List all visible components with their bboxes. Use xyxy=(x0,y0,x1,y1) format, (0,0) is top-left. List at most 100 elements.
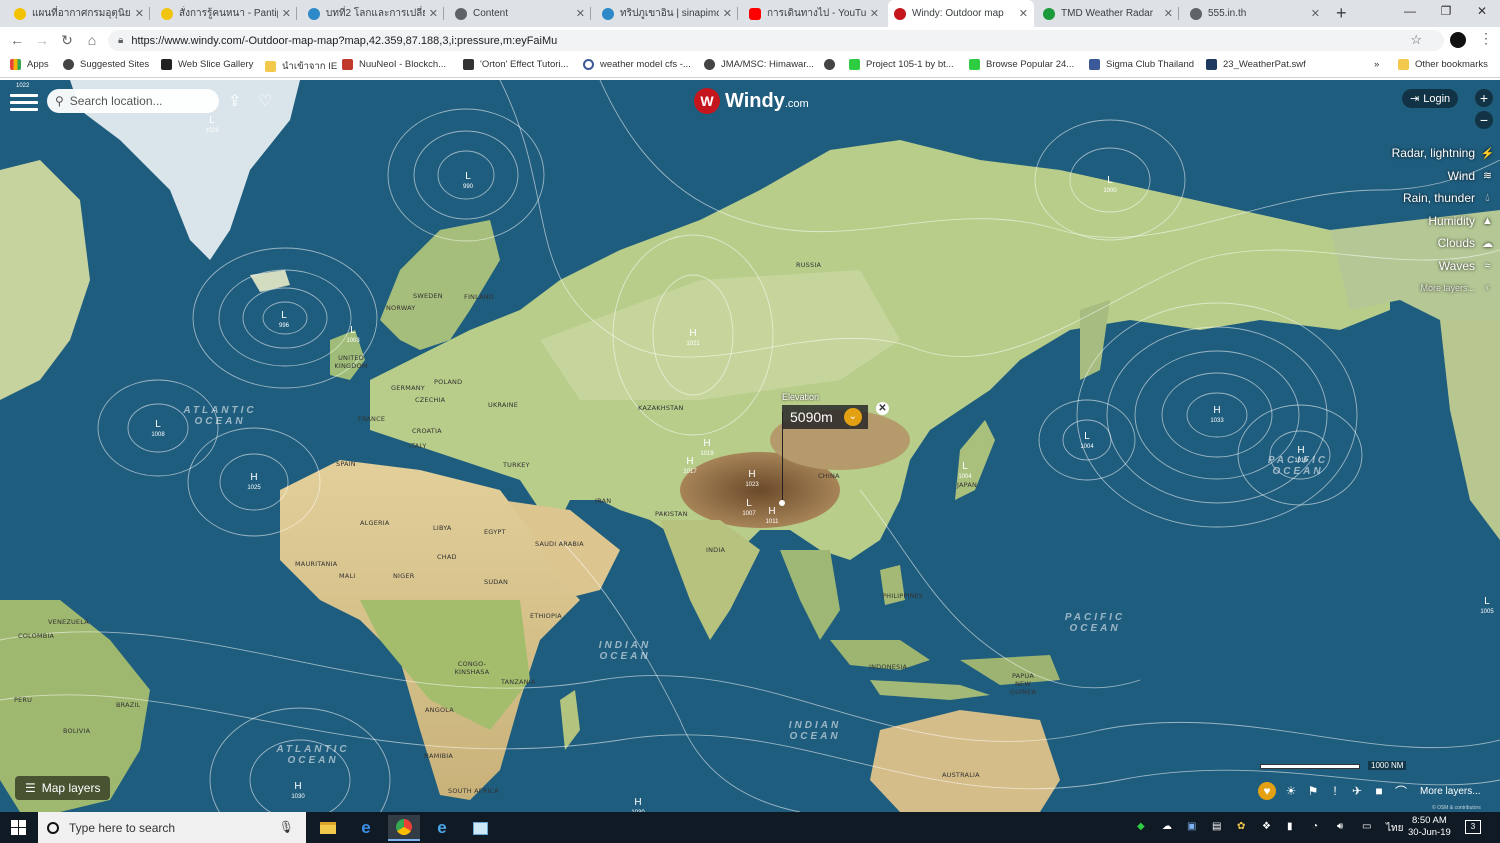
bookmark-item[interactable]: weather model cfs -... xyxy=(583,59,691,70)
bookmark-item[interactable]: Sigma Club Thailand xyxy=(1089,59,1194,70)
zoom-in-button[interactable]: + xyxy=(1475,89,1493,107)
bookmark-apps[interactable]: Apps xyxy=(10,59,49,70)
login-button[interactable]: ⇥ Login xyxy=(1402,89,1459,108)
reload-icon[interactable]: ↻ xyxy=(59,32,75,49)
browser-tab[interactable]: Content ✕ xyxy=(449,0,591,27)
file-explorer-icon[interactable] xyxy=(312,815,344,841)
close-tab-icon[interactable]: ✕ xyxy=(1311,7,1320,20)
airport-icon[interactable]: ✈ xyxy=(1346,784,1368,798)
browser-tab[interactable]: 555.in.th ✕ xyxy=(1184,0,1326,27)
windy-logo[interactable]: W Windy .com xyxy=(694,88,809,114)
layer-humidity[interactable]: Humidity ▲ xyxy=(1370,210,1500,233)
map-layers-button[interactable]: ☰ Map layers xyxy=(15,776,111,800)
tray-app-icon[interactable]: ✿ xyxy=(1237,821,1245,832)
bookmark-star-icon[interactable]: ☆ xyxy=(1410,32,1422,48)
tray-app-icon[interactable]: ▤ xyxy=(1212,821,1221,832)
favorite-icon[interactable]: ♥ xyxy=(1258,782,1276,800)
bookmark-item[interactable] xyxy=(824,59,841,70)
taskbar-search[interactable]: Type here to search 🎙︎ xyxy=(38,812,306,843)
picker-point[interactable] xyxy=(779,500,785,506)
close-window-button[interactable]: ✕ xyxy=(1472,4,1492,18)
weather-map[interactable]: RUSSIA FINLAND SWEDEN NORWAY UNITED KING… xyxy=(0,80,1500,812)
close-tab-icon[interactable]: ✕ xyxy=(576,7,585,20)
webcam-icon[interactable]: ■ xyxy=(1368,784,1390,798)
layer-clouds[interactable]: Clouds ☁ xyxy=(1370,232,1500,255)
browser-tab[interactable]: แผนที่อากาศกรมอุตุนิยมวิทยา ✕ xyxy=(8,0,150,27)
close-tab-icon[interactable]: ✕ xyxy=(1019,7,1028,20)
other-bookmarks-folder[interactable]: Other bookmarks xyxy=(1398,59,1488,70)
browser-tab-active[interactable]: Windy: Outdoor map ✕ xyxy=(888,0,1034,27)
close-tab-icon[interactable]: ✕ xyxy=(429,7,438,20)
browser-tab[interactable]: การเดินทางไป - YouTube ✕ xyxy=(743,0,885,27)
browser-tab[interactable]: สั่งการรู้คนหนา - Pantip ✕ xyxy=(155,0,297,27)
elevation-picker[interactable]: Elevation 5090m ⌄ xyxy=(782,392,868,429)
browser-tab[interactable]: TMD Weather Radar ✕ xyxy=(1037,0,1179,27)
browser-tab[interactable]: ทริปภูเขาอิน | sinapimcha ✕ xyxy=(596,0,738,27)
more-layers-link[interactable]: More layers... xyxy=(1420,786,1481,797)
bookmarks-overflow-icon[interactable]: » xyxy=(1374,59,1379,70)
new-tab-button[interactable]: + xyxy=(1336,3,1347,24)
notification-center-icon[interactable]: 3 xyxy=(1465,820,1481,834)
layer-wind[interactable]: Wind ≋ xyxy=(1370,165,1500,188)
address-bar[interactable]: 🔒︎ https://www.windy.com/-Outdoor-map-ma… xyxy=(108,30,1444,51)
bookmark-item[interactable]: JMA/MSC: Himawar... xyxy=(704,59,814,70)
volume-tray-icon[interactable]: 🔊︎ xyxy=(1337,821,1343,832)
home-icon[interactable]: ⌂ xyxy=(84,32,100,48)
flag-icon[interactable]: ⚑ xyxy=(1302,784,1324,798)
search-bar[interactable]: ⚲ xyxy=(47,89,219,113)
tray-app-icon[interactable]: ▣ xyxy=(1187,821,1196,832)
hamburger-menu-icon[interactable] xyxy=(10,94,38,112)
bookmark-item[interactable]: 'Orton' Effect Tutori... xyxy=(463,59,568,70)
close-tab-icon[interactable]: ✕ xyxy=(723,7,732,20)
maximize-button[interactable]: ❐ xyxy=(1436,4,1456,18)
browser-menu-icon[interactable]: ⋮ xyxy=(1479,30,1493,47)
chrome-icon[interactable] xyxy=(388,815,420,841)
tray-app-icon[interactable]: ▭ xyxy=(1362,821,1371,832)
close-tab-icon[interactable]: ✕ xyxy=(282,7,291,20)
close-tab-icon[interactable]: ✕ xyxy=(135,7,144,20)
usb-tray-icon[interactable]: ▮ xyxy=(1287,821,1293,832)
layer-radar-lightning[interactable]: Radar, lightning ⚡ xyxy=(1370,142,1500,165)
bookmark-item[interactable]: Project 105-1 by bt... xyxy=(849,59,954,70)
taskbar-clock[interactable]: 8:50 AM 30-Jun-19 xyxy=(1408,815,1451,839)
edge-icon[interactable]: e xyxy=(350,815,382,841)
security-tray-icon[interactable]: ◆ xyxy=(1137,821,1145,832)
close-icon[interactable]: ✕ xyxy=(876,402,889,415)
bookmark-item[interactable]: NuuNeoI - Blockch... xyxy=(342,59,446,70)
youtube-icon xyxy=(749,7,761,20)
wifi-tray-icon[interactable]: ◔ xyxy=(1312,821,1318,832)
language-indicator[interactable]: ไทย xyxy=(1386,821,1403,836)
paraglider-icon[interactable]: ⌒ xyxy=(1390,783,1412,800)
favorite-heart-icon[interactable]: ♡ xyxy=(258,91,272,111)
bookmark-label: NuuNeoI - Blockch... xyxy=(359,59,447,70)
close-tab-icon[interactable]: ✕ xyxy=(1164,7,1173,20)
internet-explorer-icon[interactable]: e xyxy=(426,815,458,841)
microphone-icon[interactable]: 🎙︎ xyxy=(279,820,294,834)
profile-avatar[interactable] xyxy=(1450,32,1466,48)
onedrive-tray-icon[interactable]: ☁ xyxy=(1162,821,1172,832)
zoom-out-button[interactable]: − xyxy=(1475,111,1493,129)
dropbox-tray-icon[interactable]: ❖ xyxy=(1262,821,1271,832)
chevron-down-icon[interactable]: ⌄ xyxy=(843,408,862,426)
bookmark-item[interactable]: Web Slice Gallery xyxy=(161,59,253,70)
layer-rain-thunder[interactable]: Rain, thunder 💧︎ xyxy=(1370,187,1500,210)
share-icon[interactable]: ⇪ xyxy=(228,91,241,111)
bookmark-folder[interactable]: นำเข้าจาก IE xyxy=(265,59,337,74)
bookmark-item[interactable]: Browse Popular 24... xyxy=(969,59,1074,70)
bookmark-item[interactable]: 23_WeatherPat.swf xyxy=(1206,59,1306,70)
paint-icon[interactable] xyxy=(464,815,496,841)
windows-start-icon[interactable] xyxy=(11,820,26,835)
close-tab-icon[interactable]: ✕ xyxy=(870,7,879,20)
back-icon[interactable]: ← xyxy=(9,32,25,48)
layer-more[interactable]: More layers... ‹ xyxy=(1370,277,1500,300)
ocean-label: ATLANTIC OCEAN xyxy=(183,405,257,427)
temperature-icon[interactable]: ! xyxy=(1324,784,1346,798)
forward-icon[interactable]: → xyxy=(34,32,50,48)
minimize-button[interactable]: — xyxy=(1400,4,1420,18)
browser-tab[interactable]: บทที่2 โลกและการเปลี่ยนแปลง ✕ xyxy=(302,0,444,27)
bookmark-item[interactable]: Suggested Sites xyxy=(63,59,149,70)
weather-icon[interactable]: ☀ xyxy=(1280,784,1302,798)
layer-waves[interactable]: Waves ≈ xyxy=(1370,255,1500,278)
search-input[interactable] xyxy=(69,94,200,108)
country-label: VENEZUELA xyxy=(48,618,89,626)
